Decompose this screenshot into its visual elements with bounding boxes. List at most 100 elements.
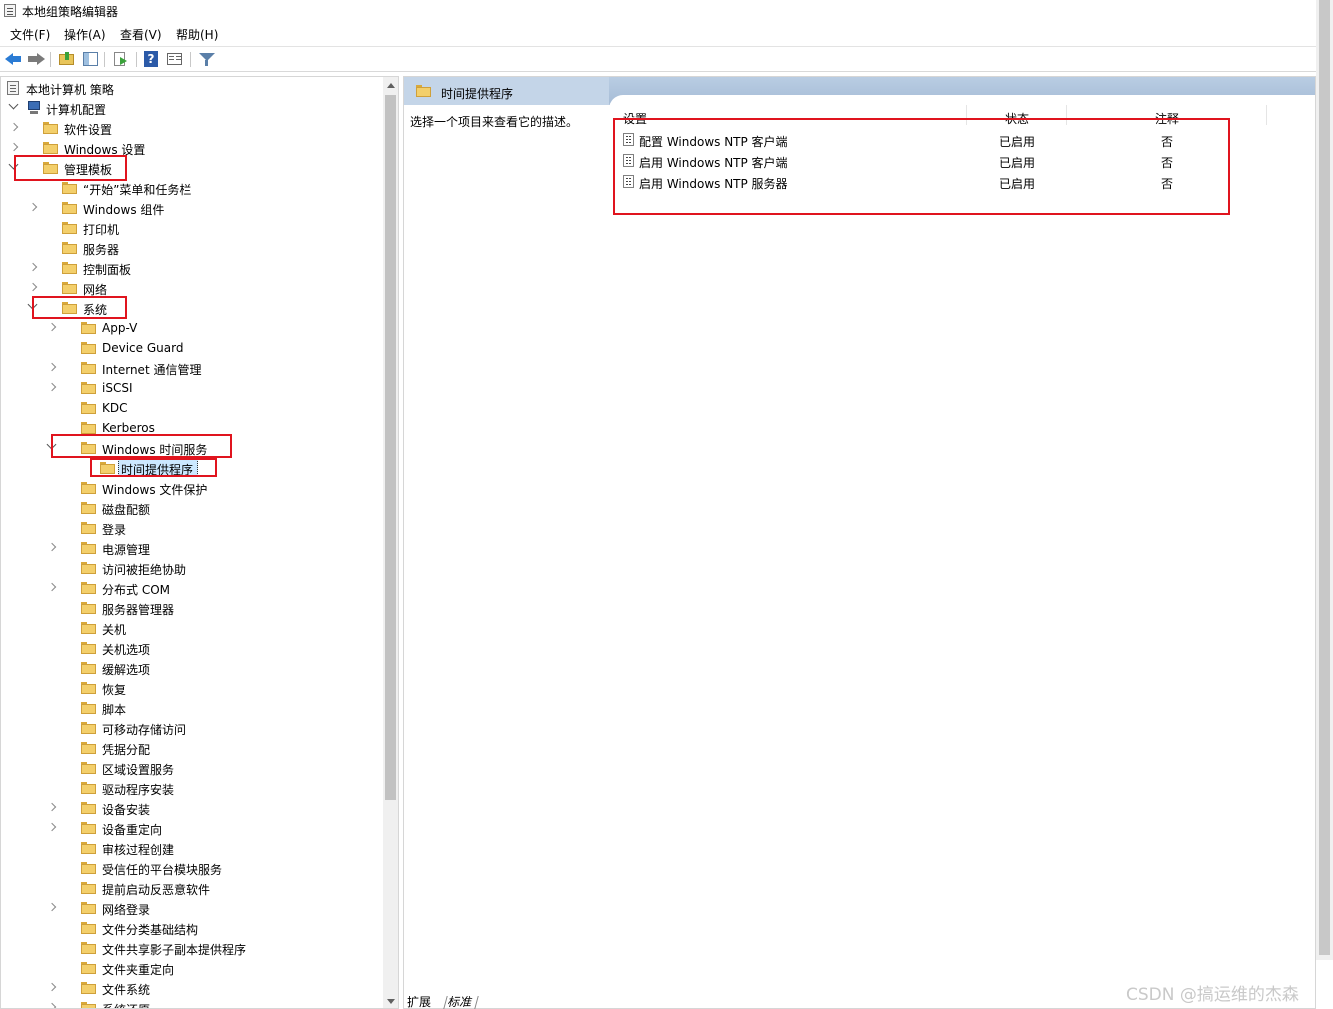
tab-standard[interactable]: 标准	[443, 996, 479, 1009]
chevron-right-icon[interactable]	[28, 262, 38, 272]
tree-item-label: iSCSI	[102, 381, 133, 395]
filter-icon[interactable]	[198, 51, 216, 67]
folder-icon	[81, 802, 96, 814]
menu-file[interactable]: 文件(F)	[10, 26, 50, 43]
tree-item[interactable]: 网络登录	[1, 898, 381, 918]
tab-extended[interactable]: 扩展	[407, 996, 431, 1009]
chevron-right-icon[interactable]	[47, 542, 57, 552]
tree-item-label: 文件分类基础结构	[102, 923, 199, 937]
folder-icon	[62, 222, 77, 234]
help-icon[interactable]	[143, 51, 161, 67]
tree-item-label: Windows 文件保护	[102, 483, 208, 497]
tree-item[interactable]: 提前启动反恶意软件	[1, 878, 381, 898]
tree-item-label: 登录	[102, 523, 127, 537]
chevron-right-icon[interactable]	[47, 1002, 57, 1008]
folder-icon	[81, 402, 96, 414]
menu-view[interactable]: 查看(V)	[120, 26, 162, 43]
tree-item[interactable]: 文件夹重定向	[1, 958, 381, 978]
tree-item[interactable]: 软件设置	[1, 118, 381, 138]
tree-item[interactable]: 恢复	[1, 678, 381, 698]
tree-item[interactable]: 受信任的平台模块服务	[1, 858, 381, 878]
scroll-up-arrow-icon[interactable]	[387, 83, 395, 88]
tree-item[interactable]: KDC	[1, 398, 381, 418]
tree-item[interactable]: 分布式 COM	[1, 578, 381, 598]
details-pane: 时间提供程序 选择一个项目来查看它的描述。 设置 状态 注释 配置 Window…	[403, 76, 1316, 1009]
chevron-right-icon[interactable]	[9, 142, 19, 152]
tree-item[interactable]: iSCSI	[1, 378, 381, 398]
tree-item[interactable]: 设备重定向	[1, 818, 381, 838]
tree-item[interactable]: Internet 通信管理	[1, 358, 381, 378]
tree-item[interactable]: 审核过程创建	[1, 838, 381, 858]
tree-item[interactable]: 打印机	[1, 218, 381, 238]
up-folder-icon[interactable]	[58, 51, 76, 67]
tree-item[interactable]: 网络	[1, 278, 381, 298]
tree-item[interactable]: 驱动程序安装	[1, 778, 381, 798]
folder-icon	[81, 842, 96, 854]
tree-item[interactable]: 访问被拒绝协助	[1, 558, 381, 578]
tree-item-label: 缓解选项	[102, 663, 151, 677]
folder-icon	[62, 282, 77, 294]
tree-item-label: 受信任的平台模块服务	[102, 863, 223, 877]
tree-item[interactable]: 缓解选项	[1, 658, 381, 678]
scrollbar-thumb[interactable]	[385, 95, 396, 800]
description-text: 选择一个项目来查看它的描述。	[410, 115, 579, 129]
chevron-right-icon[interactable]	[47, 582, 57, 592]
tree-item[interactable]: Windows 文件保护	[1, 478, 381, 498]
menu-help[interactable]: 帮助(H)	[176, 26, 218, 43]
tree-item[interactable]: 服务器管理器	[1, 598, 381, 618]
chevron-right-icon[interactable]	[47, 382, 57, 392]
chevron-right-icon[interactable]	[47, 322, 57, 332]
tree-item-computer-config[interactable]: 计算机配置	[1, 98, 381, 118]
tree-item[interactable]: 关机	[1, 618, 381, 638]
chevron-down-icon[interactable]	[8, 99, 19, 110]
chevron-right-icon[interactable]	[47, 822, 57, 832]
tree-item[interactable]: 系统还原	[1, 998, 381, 1008]
chevron-right-icon[interactable]	[47, 982, 57, 992]
toolbar-separator	[104, 52, 105, 67]
back-arrow-icon[interactable]	[5, 51, 23, 67]
folder-icon	[81, 662, 96, 674]
tree-item[interactable]: 凭据分配	[1, 738, 381, 758]
tree-item[interactable]: 登录	[1, 518, 381, 538]
tree-item[interactable]: 可移动存储访问	[1, 718, 381, 738]
tree-item[interactable]: App-V	[1, 318, 381, 338]
tree-item[interactable]: 文件系统	[1, 978, 381, 998]
scroll-down-arrow-icon[interactable]	[387, 999, 395, 1004]
tree-item[interactable]: Device Guard	[1, 338, 381, 358]
chevron-right-icon[interactable]	[28, 282, 38, 292]
scrollbar-thumb[interactable]	[1319, 0, 1330, 955]
policy-editor-app-icon	[4, 4, 16, 17]
tree-root[interactable]: 本地计算机 策略	[1, 78, 381, 98]
column-separator[interactable]	[1266, 105, 1267, 125]
chevron-right-icon[interactable]	[28, 202, 38, 212]
show-hide-tree-icon[interactable]	[82, 51, 100, 67]
tree-item[interactable]: 文件分类基础结构	[1, 918, 381, 938]
tree-item[interactable]: 电源管理	[1, 538, 381, 558]
tree-item[interactable]: 控制面板	[1, 258, 381, 278]
export-list-icon[interactable]	[112, 51, 130, 67]
chevron-right-icon[interactable]	[47, 802, 57, 812]
window-scrollbar[interactable]	[1316, 0, 1333, 960]
window-title: 本地组策略编辑器	[22, 5, 119, 19]
highlight-box-admin-templates	[14, 155, 127, 181]
tree-scrollbar[interactable]	[383, 77, 398, 1008]
tree-item-label: 提前启动反恶意软件	[102, 883, 211, 897]
chevron-right-icon[interactable]	[9, 122, 19, 132]
tree-item[interactable]: 区域设置服务	[1, 758, 381, 778]
tree-item[interactable]: Windows 组件	[1, 198, 381, 218]
tree-item[interactable]: 服务器	[1, 238, 381, 258]
tree-item[interactable]: 设备安装	[1, 798, 381, 818]
tree-item-label: 文件夹重定向	[102, 963, 175, 977]
tree-item-label: Kerberos	[102, 421, 155, 435]
tree-item[interactable]: “开始”菜单和任务栏	[1, 178, 381, 198]
properties-icon[interactable]	[166, 51, 184, 67]
menu-action[interactable]: 操作(A)	[64, 26, 106, 43]
tree-item[interactable]: 文件共享影子副本提供程序	[1, 938, 381, 958]
tree-item[interactable]: 脚本	[1, 698, 381, 718]
forward-arrow-icon[interactable]	[27, 51, 45, 67]
chevron-right-icon[interactable]	[47, 902, 57, 912]
tree-item[interactable]: 关机选项	[1, 638, 381, 658]
tree-item[interactable]: 磁盘配额	[1, 498, 381, 518]
chevron-right-icon[interactable]	[47, 362, 57, 372]
computer-icon	[26, 101, 42, 115]
